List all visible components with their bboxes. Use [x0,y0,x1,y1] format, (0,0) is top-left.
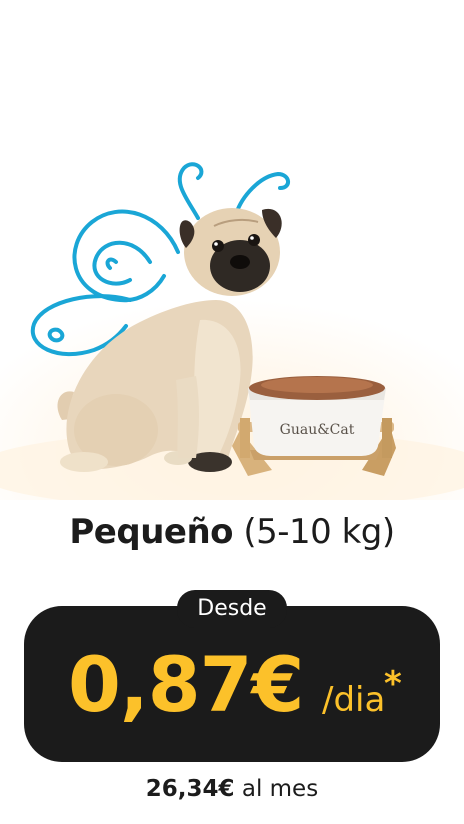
monthly-amount: 26,34€ [145,776,235,802]
size-range: (5-10 kg) [243,512,395,552]
monthly-suffix: al mes [241,776,319,802]
size-name: Pequeño [69,512,234,552]
daily-price: 0,87€ [68,640,304,729]
monthly-price: 26,34€ al mes [0,776,464,802]
price-asterisk: * [384,664,402,704]
desde-badge: Desde [177,590,287,628]
size-title: Pequeño (5-10 kg) [0,512,464,552]
price-unit: /dia [322,680,386,720]
hero-scene: Guau&Cat [0,162,464,500]
bowl-brand-label: Guau&Cat [280,422,355,438]
hero-illustration: Guau&Cat [0,0,464,500]
